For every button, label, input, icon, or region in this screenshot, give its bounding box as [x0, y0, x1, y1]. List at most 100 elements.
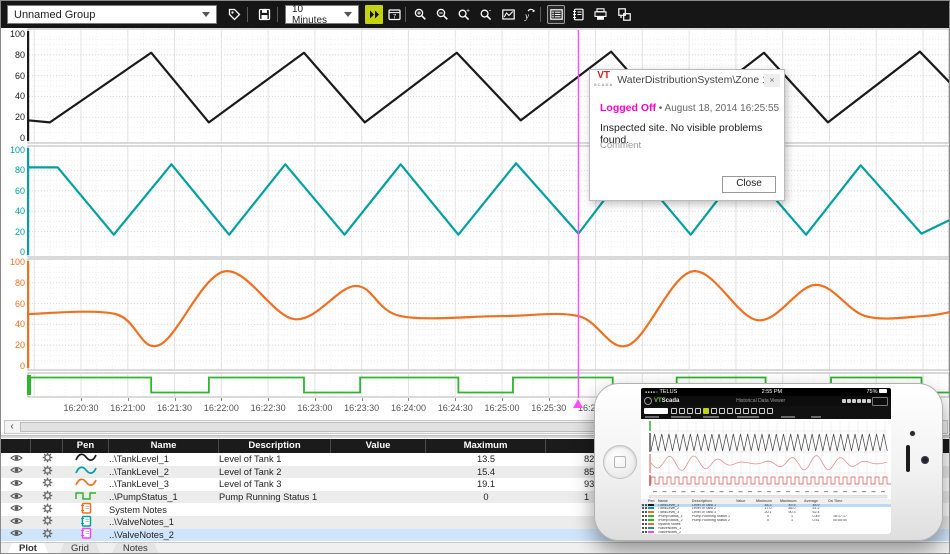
- pen-wave-icon: [75, 477, 97, 488]
- phone-camera-icon: [910, 431, 915, 436]
- x-axis-tick: [81, 398, 82, 401]
- pen-settings-button[interactable]: [31, 528, 63, 542]
- x-axis-tick-label: 16:23:30: [337, 403, 387, 413]
- trend-chart-area[interactable]: [1, 1, 950, 435]
- y-axis-tick-label: 20: [1, 112, 25, 122]
- pen-wave-icon: [75, 465, 97, 476]
- visibility-toggle[interactable]: [1, 465, 31, 478]
- x-axis-tick-label: 16:24:00: [383, 403, 433, 413]
- app-window: Unnamed Group 10 Minutes 7+-y 0204060801…: [0, 0, 950, 554]
- eye-icon: [10, 453, 23, 463]
- pen-note-icon: [80, 527, 92, 539]
- time-cursor-marker[interactable]: [573, 399, 583, 408]
- phone-vtscada-logo: VTScada: [654, 398, 679, 404]
- note-popup-titlebar[interactable]: VTSCADA WaterDistributionSystem\Zone 1\.…: [590, 70, 784, 90]
- pen-wave-icon: [75, 452, 97, 463]
- x-axis-tick: [315, 398, 316, 401]
- y-axis-tick-label: 0: [1, 247, 25, 257]
- close-button[interactable]: Close: [722, 176, 776, 193]
- phone-status-bar: ●●●●○ TELUS 2:55 PM 75%: [641, 388, 891, 396]
- tab-grid[interactable]: Grid: [59, 543, 101, 554]
- scroll-left-button[interactable]: ‹: [5, 421, 19, 433]
- y-axis-tick-label: 40: [1, 91, 25, 101]
- gear-icon: [42, 490, 53, 501]
- close-icon[interactable]: ×: [764, 74, 780, 87]
- y-axis-tick-label: 60: [1, 299, 25, 309]
- y-axis-tick-label: 0: [1, 361, 25, 371]
- y-axis-tick-label: 0: [1, 133, 25, 143]
- y-axis-tick-label: 100: [1, 257, 25, 267]
- column-header[interactable]: [31, 439, 63, 453]
- phone-app-header: VTScada Historical Data Viewer: [641, 396, 891, 406]
- y-axis-tick-label: 100: [1, 29, 25, 39]
- eye-icon: [10, 491, 23, 501]
- column-header[interactable]: Pen: [63, 439, 109, 453]
- y-axis-tick-label: 80: [1, 165, 25, 175]
- pen-note-icon: [80, 515, 92, 527]
- pen-description: Level of Tank 1: [219, 453, 331, 465]
- y-axis-tick-label: 60: [1, 71, 25, 81]
- pen-maximum: 19.1: [426, 478, 546, 490]
- note-popup-title: WaterDistributionSystem\Zone 1\...: [617, 74, 764, 86]
- phone-home-button: [603, 445, 637, 479]
- visibility-toggle[interactable]: [1, 478, 31, 491]
- visibility-toggle[interactable]: [1, 528, 31, 541]
- iphone-overlay: ●●●●○ TELUS 2:55 PM 75% VTScada Historic…: [594, 383, 943, 541]
- tab-notes[interactable]: Notes: [111, 543, 160, 554]
- eye-icon: [10, 465, 23, 475]
- gear-icon: [42, 465, 53, 476]
- x-axis-tick-label: 16:23:00: [290, 403, 340, 413]
- pen-maximum: 13.5: [426, 453, 546, 465]
- bottom-tabbar: Plot Grid Notes: [1, 542, 950, 554]
- phone-pen-table: PenNameDescriptionValueMinimumMaximumAve…: [641, 499, 891, 534]
- phone-screen: ●●●●○ TELUS 2:55 PM 75% VTScada Historic…: [641, 388, 891, 534]
- tab-plot[interactable]: Plot: [7, 543, 49, 554]
- x-axis-tick-label: 16:22:30: [243, 403, 293, 413]
- x-axis-tick-label: 16:21:30: [150, 403, 200, 413]
- x-axis-tick-label: 16:22:00: [196, 403, 246, 413]
- visibility-toggle[interactable]: [1, 453, 31, 466]
- column-header[interactable]: Name: [109, 439, 219, 453]
- gear-icon: [42, 477, 53, 488]
- pen-description: Level of Tank 2: [219, 466, 331, 478]
- visibility-toggle[interactable]: [1, 491, 31, 504]
- back-icon: [644, 397, 652, 405]
- visibility-toggle[interactable]: [1, 516, 31, 529]
- x-axis-tick: [455, 398, 456, 401]
- phone-chart-area: [641, 419, 891, 499]
- x-axis-tick: [268, 398, 269, 401]
- visibility-toggle[interactable]: [1, 503, 31, 516]
- x-axis-tick-label: 16:25:30: [524, 403, 574, 413]
- pen-description: Level of Tank 3: [219, 478, 331, 490]
- phone-clock: 2:55 PM: [762, 388, 782, 396]
- eye-icon: [10, 478, 23, 488]
- phone-camera-lens: [921, 456, 929, 464]
- y-axis-tick-label: 80: [1, 50, 25, 60]
- x-axis-tick: [549, 398, 550, 401]
- pen-maximum: 15.4: [426, 466, 546, 478]
- gear-icon: [42, 528, 53, 539]
- x-axis-tick-label: 16:21:00: [103, 403, 153, 413]
- pen-name: ..\TankLevel_3: [109, 478, 219, 490]
- y-axis-tick-label: 100: [1, 145, 25, 155]
- x-axis-tick: [502, 398, 503, 401]
- pen-square-icon: [75, 490, 97, 501]
- column-header[interactable]: Value: [331, 439, 426, 453]
- x-axis-tick-label: 16:24:30: [430, 403, 480, 413]
- eye-icon: [10, 516, 23, 526]
- x-axis-tick-label: 16:25:00: [477, 403, 527, 413]
- y-axis-tick-label: 60: [1, 186, 25, 196]
- pen-name: ..\TankLevel_1: [109, 453, 219, 465]
- phone-speaker: [906, 445, 910, 472]
- column-header[interactable]: [1, 439, 31, 453]
- gear-icon: [42, 515, 53, 526]
- column-header[interactable]: Description: [219, 439, 331, 453]
- note-meta: Logged Off • August 18, 2014 16:25:55 • …: [600, 102, 780, 114]
- pen-name: ..\TankLevel_2: [109, 466, 219, 478]
- note-event: Logged Off: [600, 102, 656, 114]
- phone-app-title: Historical Data Viewer: [679, 398, 842, 404]
- x-axis-tick-label: 16:20:30: [56, 403, 106, 413]
- pen-description: Pump Running Status 1: [219, 491, 331, 503]
- column-header[interactable]: Maximum: [426, 439, 546, 453]
- note-timestamp: August 18, 2014 16:25:55: [665, 103, 780, 114]
